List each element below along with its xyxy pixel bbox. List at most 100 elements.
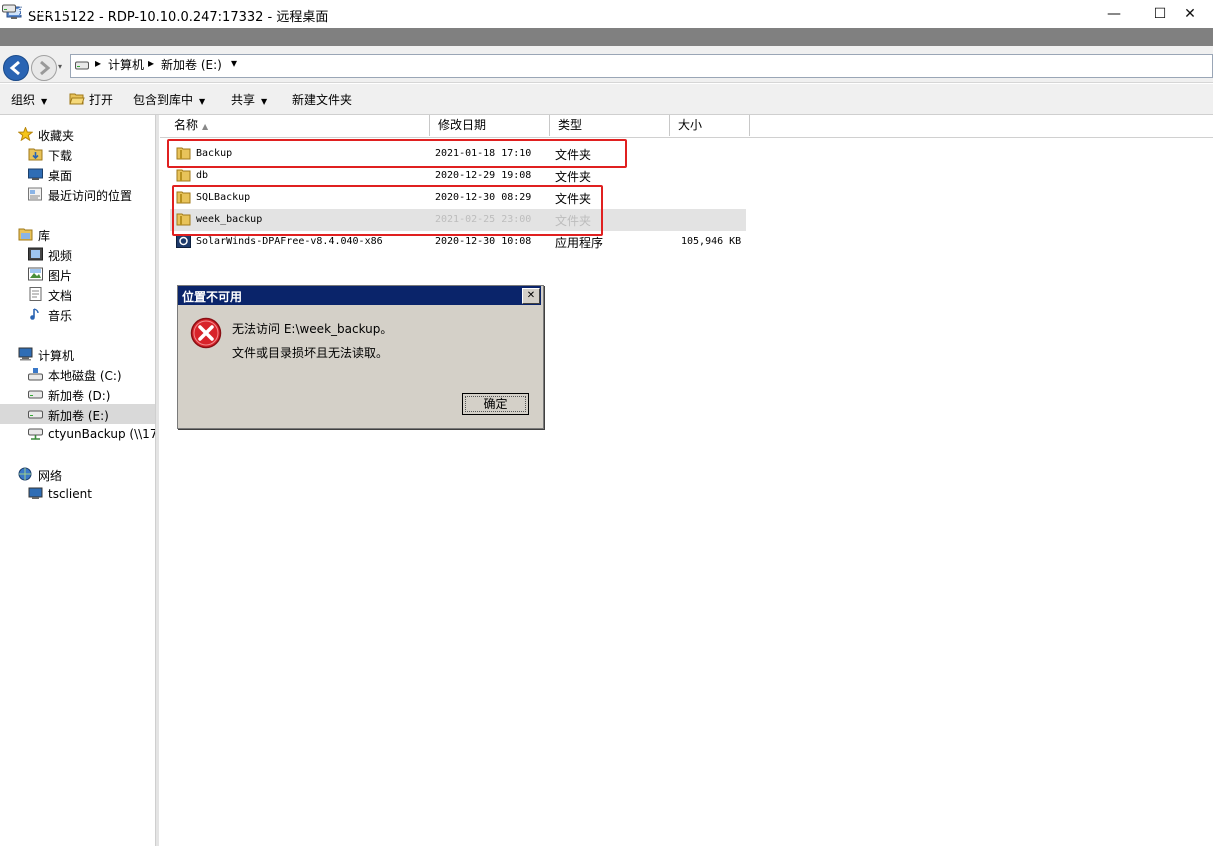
file-type: 文件夹 (555, 170, 592, 184)
column-header-name[interactable]: 名称 ▲ (166, 115, 430, 136)
chevron-down-icon: ▼ (261, 97, 268, 106)
nav-music[interactable]: 音乐 (0, 304, 155, 324)
share-menu[interactable]: 共享 ▼ (231, 91, 267, 108)
nav-desktop[interactable]: 桌面 (0, 164, 155, 184)
nav-music-label: 音乐 (48, 309, 73, 323)
folder-icon (176, 169, 191, 182)
file-date: 2020-12-29 19:08 (435, 170, 532, 181)
recent-places-icon (28, 187, 42, 201)
dialog-title: 位置不可用 (182, 290, 243, 304)
minimize-button[interactable]: — (1091, 0, 1137, 28)
pictures-icon (28, 267, 43, 281)
nav-local-disk-c[interactable]: 本地磁盘 (C:) (0, 364, 155, 384)
drive-icon (2, 4, 16, 13)
nav-tsclient[interactable]: tsclient (0, 484, 155, 504)
file-type: 应用程序 (555, 236, 604, 250)
column-header-type[interactable]: 类型 (550, 115, 670, 136)
nav-volume-e-label: 新加卷 (E:) (48, 409, 109, 423)
nav-volume-d-label: 新加卷 (D:) (48, 389, 111, 403)
arrow-right-icon (40, 60, 51, 76)
dialog-message-line1: 无法访问 E:\week_backup。 (232, 322, 393, 336)
dialog-message-line2: 文件或目录损坏且无法读取。 (232, 346, 389, 360)
chevron-down-icon: ▼ (41, 97, 48, 106)
open-folder-icon (69, 93, 85, 105)
breadcrumb-computer[interactable]: 计算机 (108, 56, 144, 73)
file-name: db (196, 170, 209, 181)
chevron-down-icon: ▼ (199, 97, 206, 106)
column-name-label: 名称 (174, 118, 199, 132)
error-icon (190, 317, 222, 349)
music-icon (30, 308, 39, 320)
nav-tsclient-label: tsclient (48, 487, 92, 501)
application-icon (176, 234, 191, 248)
nav-network[interactable]: 网络 (0, 464, 155, 484)
nav-pictures-label: 图片 (48, 269, 73, 283)
organize-menu[interactable]: 组织 ▼ (11, 91, 47, 108)
nav-recent-places-label: 最近访问的位置 (48, 189, 133, 203)
nav-videos-label: 视频 (48, 249, 73, 263)
column-header-size[interactable]: 大小 (670, 115, 750, 136)
nav-downloads[interactable]: 下载 (0, 144, 155, 164)
downloads-folder-icon (28, 148, 43, 161)
drive-icon (28, 410, 43, 419)
annotation-box-backup (167, 139, 627, 168)
network-drive-icon (28, 428, 43, 440)
documents-icon (29, 287, 42, 301)
dialog-close-button[interactable]: ✕ (522, 288, 540, 304)
video-icon (28, 247, 43, 261)
breadcrumb-separator[interactable]: ▸ (148, 56, 154, 70)
nav-documents-label: 文档 (48, 289, 73, 303)
share-label: 共享 (231, 93, 256, 107)
nav-libraries[interactable]: 库 (0, 224, 155, 244)
close-button[interactable]: ✕ (1167, 0, 1213, 28)
computer-icon (28, 487, 43, 499)
nav-videos[interactable]: 视频 (0, 244, 155, 264)
breadcrumb-dropdown[interactable]: ▾ (231, 56, 237, 70)
file-date: 2020-12-30 10:08 (435, 236, 532, 247)
annotation-box-sqlbackup-weekbackup (172, 185, 603, 236)
new-folder-button[interactable]: 新建文件夹 (292, 91, 352, 108)
pane-splitter[interactable] (155, 115, 159, 846)
include-in-library-menu[interactable]: 包含到库中 ▼ (133, 91, 205, 108)
file-row[interactable]: db 2020-12-29 19:08 文件夹 (170, 165, 746, 187)
explorer-window-title: 新加卷 (E:) (18, 3, 79, 17)
network-icon (18, 467, 32, 481)
breadcrumb-separator[interactable]: ▸ (95, 56, 101, 70)
star-icon (18, 127, 33, 141)
back-button[interactable] (3, 55, 29, 81)
recent-pages-dropdown[interactable]: ▾ (58, 62, 62, 71)
nav-local-disk-c-label: 本地磁盘 (C:) (48, 369, 122, 383)
ok-button[interactable]: 确定 (462, 393, 529, 415)
nav-computer-label: 计算机 (38, 349, 75, 363)
nav-favorites[interactable]: 收藏夹 (0, 124, 155, 144)
nav-volume-e[interactable]: 新加卷 (E:) (0, 404, 155, 424)
nav-network-share[interactable]: ctyunBackup (\\172 (0, 424, 155, 444)
drive-icon (75, 61, 89, 70)
nav-network-share-label: ctyunBackup (\\172 (48, 427, 155, 441)
arrow-left-icon (9, 60, 20, 76)
nav-computer[interactable]: 计算机 (0, 344, 155, 364)
desktop-icon (28, 168, 43, 180)
organize-label: 组织 (11, 93, 36, 107)
column-header-date[interactable]: 修改日期 (430, 115, 550, 136)
nav-network-label: 网络 (38, 469, 63, 483)
forward-button[interactable] (31, 55, 57, 81)
drive-icon (28, 390, 43, 399)
address-box[interactable] (70, 54, 1213, 78)
nav-libraries-label: 库 (38, 229, 51, 243)
open-button[interactable]: 打开 (89, 91, 113, 108)
nav-favorites-label: 收藏夹 (38, 129, 75, 143)
file-size: 105,946 KB (681, 236, 742, 247)
focus-rectangle (465, 396, 526, 412)
breadcrumb-volume-e[interactable]: 新加卷 (E:) (161, 56, 222, 73)
computer-icon (18, 347, 33, 361)
nav-desktop-label: 桌面 (48, 169, 73, 183)
nav-recent-places[interactable]: 最近访问的位置 (0, 184, 155, 204)
nav-downloads-label: 下载 (48, 149, 73, 163)
system-drive-icon (28, 368, 43, 381)
nav-documents[interactable]: 文档 (0, 284, 155, 304)
nav-pictures[interactable]: 图片 (0, 264, 155, 284)
sort-ascending-icon: ▲ (202, 122, 209, 131)
explorer-title-bar (0, 28, 1213, 46)
nav-volume-d[interactable]: 新加卷 (D:) (0, 384, 155, 404)
